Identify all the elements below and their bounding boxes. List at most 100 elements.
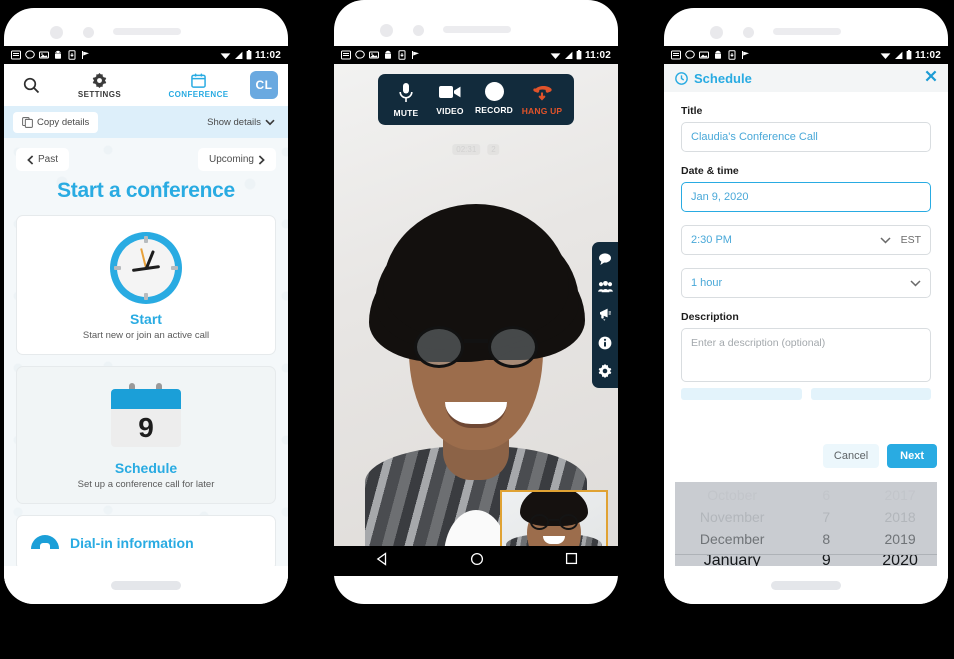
schedule-header: Schedule: [664, 64, 948, 92]
microphone-icon: [399, 83, 413, 102]
gear-icon: [92, 73, 107, 88]
play-flag-icon: [741, 50, 751, 60]
picker-item[interactable]: 6: [789, 484, 863, 506]
earpiece-speaker: [113, 28, 181, 35]
home-circle-icon[interactable]: [470, 552, 484, 571]
copy-icon: [22, 116, 33, 128]
people-icon[interactable]: [597, 280, 613, 293]
screenshot-stage: 11:02 SETTINGS CONFERENCE CL Copy detail…: [0, 0, 954, 659]
picker-item[interactable]: October: [675, 484, 789, 506]
close-button[interactable]: [925, 69, 937, 87]
back-triangle-icon[interactable]: [375, 551, 389, 571]
video-button[interactable]: VIDEO: [428, 82, 472, 118]
description-field-label: Description: [681, 311, 739, 323]
upcoming-label: Upcoming: [208, 154, 254, 165]
gear-icon[interactable]: [598, 364, 612, 378]
info-icon[interactable]: [598, 336, 612, 350]
megaphone-icon[interactable]: [598, 307, 613, 322]
android-robot-icon: [713, 50, 723, 60]
next-button[interactable]: Next: [887, 444, 937, 468]
chat-bubble-icon[interactable]: [598, 252, 612, 266]
image-icon: [699, 50, 709, 60]
duration-select-value: 1 hour: [691, 277, 723, 289]
picker-item[interactable]: December: [675, 528, 789, 550]
close-icon: [925, 70, 937, 82]
android-navigation-bar: [334, 546, 618, 576]
schedule-call-card[interactable]: 9 Schedule Set up a conference call for …: [16, 366, 276, 504]
schedule-title-group: Schedule: [675, 71, 752, 86]
schedule-screen: Schedule Title Claudia's Conference Call…: [664, 64, 948, 584]
start-call-card[interactable]: Start Start new or join an active call: [16, 215, 276, 355]
chevron-down-icon: [265, 119, 275, 125]
download-icon: [67, 50, 77, 60]
phone-frame-bottom: [664, 566, 948, 604]
tab-conference[interactable]: CONFERENCE: [151, 71, 246, 99]
title-field-label: Title: [681, 105, 703, 117]
status-bar-indicators: 11:02: [880, 50, 941, 61]
date-input-value: Jan 9, 2020: [691, 191, 749, 203]
record-dot-icon: [484, 82, 504, 101]
timezone-label: EST: [900, 234, 921, 246]
chevron-right-icon: [258, 154, 265, 165]
search-button[interactable]: [14, 77, 48, 94]
proximity-sensor-icon: [83, 27, 94, 38]
upcoming-button[interactable]: Upcoming: [197, 148, 276, 171]
calendar-day-icon: 9: [111, 383, 181, 453]
message-icon: [671, 50, 681, 60]
battery-icon: [576, 50, 582, 60]
show-details-button[interactable]: Show details: [203, 112, 279, 133]
conference-paging: Past Upcoming: [16, 148, 276, 171]
avatar[interactable]: CL: [250, 71, 278, 99]
title-input[interactable]: Claudia's Conference Call: [681, 122, 931, 152]
battery-icon: [906, 50, 912, 60]
android-status-bar: 11:02: [4, 46, 288, 64]
picker-item[interactable]: 2018: [863, 506, 937, 528]
date-time-field-label: Date & time: [681, 165, 739, 177]
record-button[interactable]: RECORD: [472, 82, 516, 118]
time-select[interactable]: 2:30 PM EST: [681, 225, 931, 255]
phone-schedule: 11:02 Schedule Title Claudia's Conferenc…: [664, 8, 948, 604]
download-icon: [727, 50, 737, 60]
wifi-icon: [550, 51, 561, 60]
front-camera-icon: [50, 26, 63, 39]
chat-icon: [355, 50, 365, 60]
mute-button[interactable]: MUTE: [384, 82, 428, 118]
calendar-icon: [191, 73, 206, 88]
schedule-card-title: Schedule: [114, 460, 178, 476]
call-controls-bar: MUTE VIDEO RECORD HANG UP: [378, 74, 574, 125]
past-button[interactable]: Past: [16, 148, 70, 171]
tab-settings[interactable]: SETTINGS: [52, 71, 147, 99]
date-input[interactable]: Jan 9, 2020: [681, 182, 931, 212]
home-indicator: [771, 581, 841, 590]
picker-item[interactable]: November: [675, 506, 789, 528]
page-title: Start a conference: [57, 179, 235, 202]
schedule-actions: Cancel Next: [822, 444, 937, 468]
call-side-rail: [592, 242, 618, 388]
status-bar-clock: 11:02: [914, 49, 941, 61]
play-flag-icon: [411, 50, 421, 60]
status-bar-indicators: 11:02: [220, 50, 281, 61]
hang-up-button[interactable]: HANG UP: [516, 82, 568, 118]
schedule-card-subtitle: Set up a conference call for later: [77, 479, 215, 490]
picker-item[interactable]: 8: [789, 528, 863, 550]
chevron-down-icon: [910, 279, 921, 286]
cancel-button[interactable]: Cancel: [822, 444, 880, 468]
copy-details-button[interactable]: Copy details: [13, 111, 99, 133]
video-call-screen: MUTE VIDEO RECORD HANG UP 02:31 2: [334, 64, 618, 576]
description-input[interactable]: Enter a description (optional): [681, 328, 931, 382]
chevron-down-icon: [880, 236, 891, 243]
title-input-value: Claudia's Conference Call: [691, 131, 818, 143]
picker-item[interactable]: 2019: [863, 528, 937, 550]
call-timer: 02:31: [452, 144, 481, 155]
duration-select[interactable]: 1 hour: [681, 268, 931, 298]
phone-frame-top: [664, 8, 948, 46]
picker-item[interactable]: 2017: [863, 484, 937, 506]
phone-frame-top: [4, 8, 288, 46]
recents-square-icon[interactable]: [565, 552, 578, 570]
calendar-day-number: 9: [111, 409, 181, 447]
ghost-buttons-row: [664, 382, 948, 400]
tab-settings-label: SETTINGS: [77, 90, 122, 99]
picker-item[interactable]: 7: [789, 506, 863, 528]
copy-details-label: Copy details: [37, 116, 90, 128]
dial-in-information-card[interactable]: Dial-in information: [16, 515, 276, 571]
